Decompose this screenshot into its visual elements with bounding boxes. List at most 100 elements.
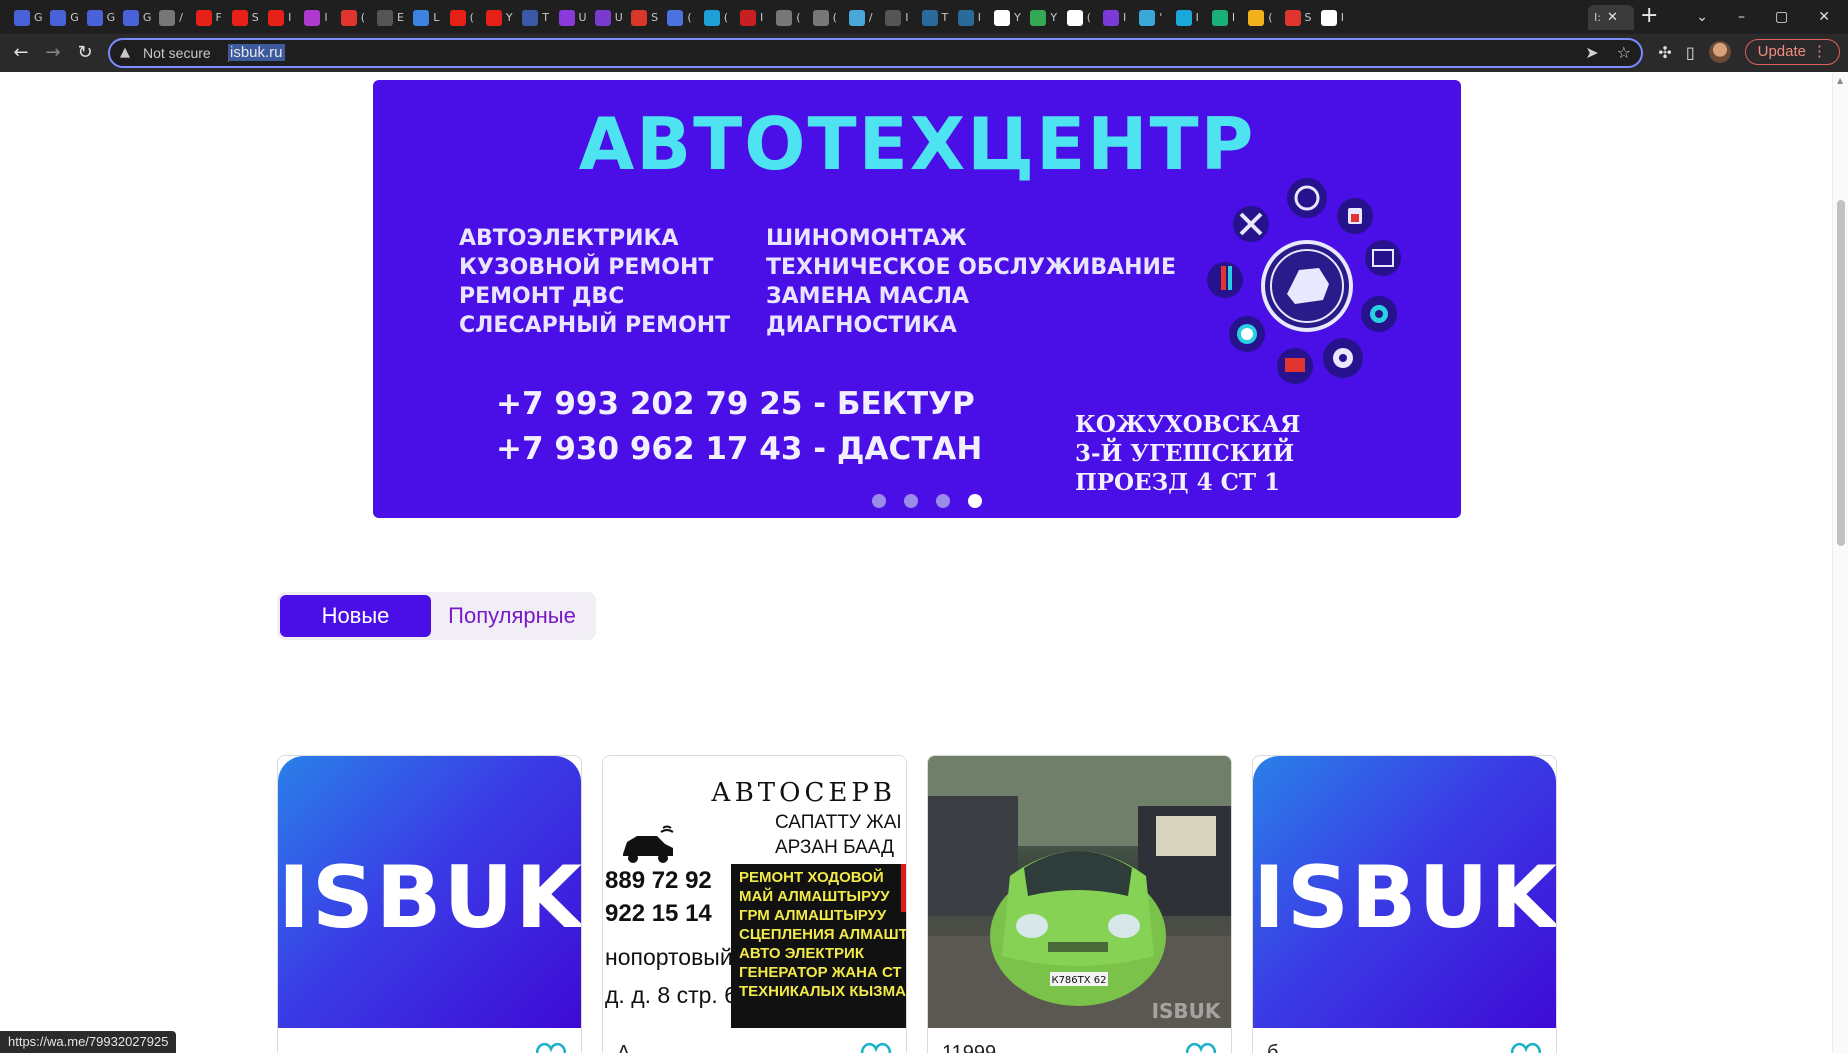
page-scrollbar[interactable]: ▲ (1832, 72, 1848, 1053)
reload-button[interactable]: ↻ (74, 42, 96, 64)
promo-banner[interactable]: АВТОТЕХЦЕНТР АВТОЭЛЕКТРИКА КУЗОВНОЙ РЕМО… (373, 80, 1461, 518)
browser-tab[interactable]: T (516, 5, 555, 30)
browser-tab[interactable]: I (1315, 5, 1354, 30)
listing-image[interactable]: ISBUK (278, 756, 581, 1028)
scroll-up-arrow-icon[interactable]: ▲ (1837, 76, 1843, 85)
tab-favicon-icon (304, 9, 321, 26)
browser-tab[interactable]: G (117, 5, 156, 30)
browser-tab[interactable]: S (1279, 5, 1318, 30)
listing-card[interactable]: ISBUK (277, 755, 582, 1053)
tab-favicon-icon (667, 9, 684, 26)
browser-tab[interactable]: G (8, 5, 47, 30)
close-window-button[interactable]: ✕ (1818, 9, 1830, 25)
minimize-button[interactable]: – (1738, 9, 1745, 25)
browser-tab[interactable]: I (1097, 5, 1136, 30)
browser-tab[interactable]: ( (698, 5, 737, 30)
listing-image[interactable]: АВТОСЕРВ САПАТТУ ЖАІ АРЗАН БААД 889 72 9… (603, 756, 906, 1028)
carousel-dot[interactable] (936, 494, 950, 508)
tab-favicon-icon (1139, 9, 1156, 26)
warning-icon[interactable]: ▲ (120, 45, 130, 60)
profile-avatar[interactable] (1708, 41, 1731, 63)
browser-tab[interactable]: I (879, 5, 918, 30)
banner-service: ТЕХНИЧЕСКОЕ ОБСЛУЖИВАНИЕ (766, 255, 1176, 280)
sign-line: САПАТТУ ЖАІ (775, 812, 902, 833)
browser-tab[interactable]: U (553, 5, 592, 30)
banner-services-left: АВТОЭЛЕКТРИКА КУЗОВНОЙ РЕМОНТ РЕМОНТ ДВС… (459, 224, 730, 340)
browser-tab[interactable]: S (226, 5, 265, 30)
listing-image[interactable]: К786ТХ 62 ISBUK (928, 756, 1231, 1028)
carousel-dot[interactable] (872, 494, 886, 508)
side-panel-icon[interactable]: ▯ (1686, 43, 1695, 62)
tab-title: I (760, 11, 764, 24)
browser-tab[interactable]: / (843, 5, 882, 30)
favorite-heart-icon[interactable] (1508, 1040, 1544, 1053)
browser-tab[interactable]: ( (661, 5, 700, 30)
tab-title: I (288, 11, 292, 24)
favorite-heart-icon[interactable] (1183, 1040, 1219, 1053)
favorite-heart-icon[interactable] (858, 1040, 894, 1053)
scrollbar-thumb[interactable] (1837, 200, 1845, 546)
listing-image[interactable]: ISBUK (1253, 756, 1556, 1028)
favorite-heart-icon[interactable] (533, 1040, 569, 1053)
browser-tab[interactable]: ( (807, 5, 846, 30)
security-label[interactable]: Not secure (143, 45, 211, 61)
browser-tab[interactable]: E (371, 5, 410, 30)
tab-popular[interactable]: Популярные (431, 595, 593, 637)
listing-title[interactable]: А (617, 1042, 630, 1053)
bookmark-star-icon[interactable]: ☆ (1617, 43, 1631, 62)
tab-favicon-icon (921, 9, 938, 26)
tab-favicon-icon (1030, 9, 1047, 26)
browser-tab[interactable]: I (1170, 5, 1209, 30)
browser-tab[interactable]: Y (480, 5, 519, 30)
browser-tab[interactable]: T (916, 5, 955, 30)
browser-tab[interactable]: I (298, 5, 337, 30)
tab-title: Y (1014, 11, 1021, 24)
active-tab-label: I: (1594, 11, 1601, 24)
active-tab[interactable]: I: ✕ (1588, 5, 1634, 30)
isbuk-logo: ISBUK (278, 848, 581, 948)
browser-tab[interactable]: S (625, 5, 664, 30)
carousel-dot[interactable] (904, 494, 918, 508)
url-text[interactable]: isbuk.ru (228, 44, 285, 61)
listing-card[interactable]: ISBUK б (1252, 755, 1557, 1053)
browser-tab[interactable]: ' (1133, 5, 1172, 30)
tab-favicon-icon (776, 9, 793, 26)
browser-tab[interactable]: U (589, 5, 628, 30)
browser-tab[interactable]: G (81, 5, 120, 30)
listing-card[interactable]: АВТОСЕРВ САПАТТУ ЖАІ АРЗАН БААД 889 72 9… (602, 755, 907, 1053)
browser-tab[interactable]: L (407, 5, 446, 30)
browser-tab[interactable]: I (1206, 5, 1245, 30)
tab-new[interactable]: Новые (280, 595, 431, 637)
browser-tab[interactable]: F (190, 5, 229, 30)
tab-favicon-icon (703, 9, 720, 26)
browser-tab[interactable]: ( (770, 5, 809, 30)
send-tab-icon[interactable]: ➤ (1585, 43, 1598, 62)
forward-button[interactable]: → (42, 42, 64, 64)
listing-card[interactable]: К786ТХ 62 ISBUK 11999 (927, 755, 1232, 1053)
browser-tab[interactable]: / (153, 5, 192, 30)
new-tab-button[interactable]: + (1640, 4, 1658, 28)
browser-tab[interactable]: ( (1242, 5, 1281, 30)
browser-tab[interactable]: ( (1061, 5, 1100, 30)
browser-tab[interactable]: ( (335, 5, 374, 30)
browser-tab[interactable]: Y (1024, 5, 1063, 30)
close-tab-icon[interactable]: ✕ (1607, 10, 1618, 25)
address-bar[interactable]: ▲ Not secure isbuk.ru ➤ ☆ (108, 38, 1643, 68)
maximize-button[interactable]: ▢ (1775, 9, 1788, 25)
browser-tab[interactable]: I (952, 5, 991, 30)
extensions-puzzle-icon[interactable]: ✣ (1658, 43, 1671, 62)
back-button[interactable]: ← (10, 42, 32, 64)
carousel-dot[interactable] (968, 494, 982, 508)
listing-title[interactable]: 11999 (942, 1042, 996, 1053)
update-button[interactable]: Update ⋮ (1744, 39, 1840, 65)
browser-tab[interactable]: G (44, 5, 83, 30)
browser-tab[interactable]: ( (444, 5, 483, 30)
tab-title: L (433, 11, 440, 24)
browser-tab[interactable]: I (734, 5, 773, 30)
browser-tab[interactable]: I (262, 5, 301, 30)
listing-title[interactable]: б (1267, 1042, 1278, 1053)
banner-phones: +7 993 202 79 25 - БЕКТУР +7 930 962 17 … (496, 382, 982, 472)
tab-title: ( (832, 11, 837, 24)
browser-tab[interactable]: Y (988, 5, 1027, 30)
tab-search-icon[interactable]: ⌄ (1696, 9, 1708, 25)
